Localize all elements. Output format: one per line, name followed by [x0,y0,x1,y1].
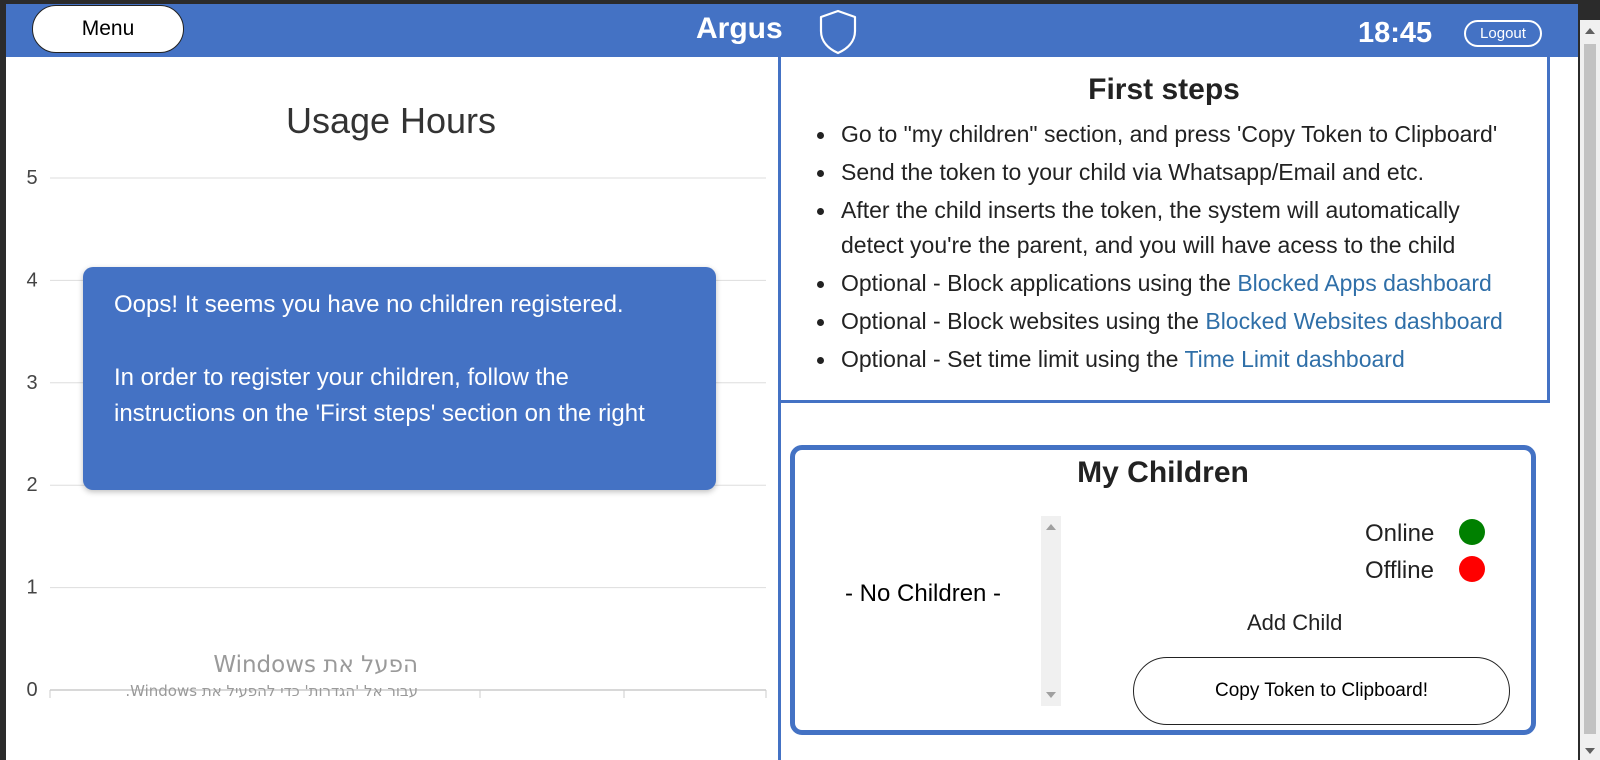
app-title: Argus [696,12,783,45]
step-text: Optional - Block websites using the [841,308,1206,334]
step-item: Send the token to your child via Whatsap… [811,155,1547,190]
scrollbar-thumb[interactable] [1584,44,1596,734]
blocked-websites-link[interactable]: Blocked Websites dashboard [1205,308,1502,334]
first-steps-title: First steps [1088,73,1240,106]
y-tick-label: 5 [26,167,37,189]
no-children-alert: Oops! It seems you have no children regi… [83,267,716,490]
first-steps-panel: First steps Go to "my children" section,… [781,57,1547,400]
scroll-up-icon[interactable] [1585,28,1595,34]
online-status-dot [1459,519,1485,545]
app-window: Menu Argus 18:45 Logout Usage Hours 5 4 3 2… [6,4,1578,760]
y-tick-label: 0 [26,679,37,701]
y-tick-label: 1 [26,577,37,599]
step-item: After the child inserts the token, the s… [811,193,1547,263]
step-item: Go to "my children" section, and press '… [811,117,1547,152]
activate-windows-watermark: הפעל את Windows עבור אל 'הגדרות' כדי להפ… [84,650,418,702]
step-text: After the child inserts the token, the s… [841,197,1460,223]
step-item: Optional - Block applications using the … [811,266,1547,301]
copy-token-button[interactable]: Copy Token to Clipboard! [1133,657,1510,725]
watermark-title: הפעל את Windows [213,652,418,678]
menu-button[interactable]: Menu [32,5,184,53]
page-scrollbar[interactable] [1580,20,1600,760]
add-child-label: Add Child [1247,610,1343,635]
children-list-empty: - No Children - [845,580,1002,607]
first-steps-list: Go to "my children" section, and press '… [811,117,1547,380]
my-children-title: My Children [1077,456,1249,489]
scroll-up-icon[interactable] [1046,524,1056,530]
scroll-down-icon[interactable] [1585,748,1595,754]
step-item: Optional - Set time limit using the Time… [811,342,1547,377]
step-text: Go to "my children" section, and press '… [841,121,1498,147]
top-bar: Menu Argus 18:45 Logout [6,4,1578,57]
blocked-apps-link[interactable]: Blocked Apps dashboard [1237,270,1491,296]
y-tick-label: 2 [26,474,37,496]
step-text: Optional - Set time limit using the [841,346,1185,372]
step-item: Optional - Block websites using the Bloc… [811,304,1547,339]
step-text-cont: detect you're the parent, and you will h… [841,232,1456,258]
time-limit-link[interactable]: Time Limit dashboard [1184,346,1404,372]
chart-y-axis: 5 4 3 2 1 0 [26,167,37,701]
logout-button[interactable]: Logout [1464,20,1542,47]
chart-title: Usage Hours [286,100,496,141]
usage-chart-panel: Usage Hours 5 4 3 2 1 0 Oops! It seems you ha… [6,57,778,760]
my-children-panel: My Children - No Children - Online Offli… [790,445,1536,735]
step-text: Optional - Block applications using the [841,270,1238,296]
scroll-down-icon[interactable] [1046,692,1056,698]
watermark-subtitle: עבור אל 'הגדרות' כדי להפעיל את Windows. [125,682,418,700]
y-tick-label: 3 [26,372,37,394]
first-steps-border [1547,57,1550,403]
section-divider [781,400,1547,403]
children-list-scrollbar[interactable] [1041,516,1061,706]
clock: 18:45 [1358,17,1433,49]
shield-icon [819,9,857,55]
offline-status-dot [1459,556,1485,582]
step-text: Send the token to your child via Whatsap… [841,159,1424,185]
y-tick-label: 4 [26,269,37,291]
alert-line-1: Oops! It seems you have no children regi… [114,291,624,318]
alert-line-2: In order to register your children, foll… [114,364,645,427]
offline-legend-label: Offline [1365,557,1434,584]
online-legend-label: Online [1365,520,1435,547]
